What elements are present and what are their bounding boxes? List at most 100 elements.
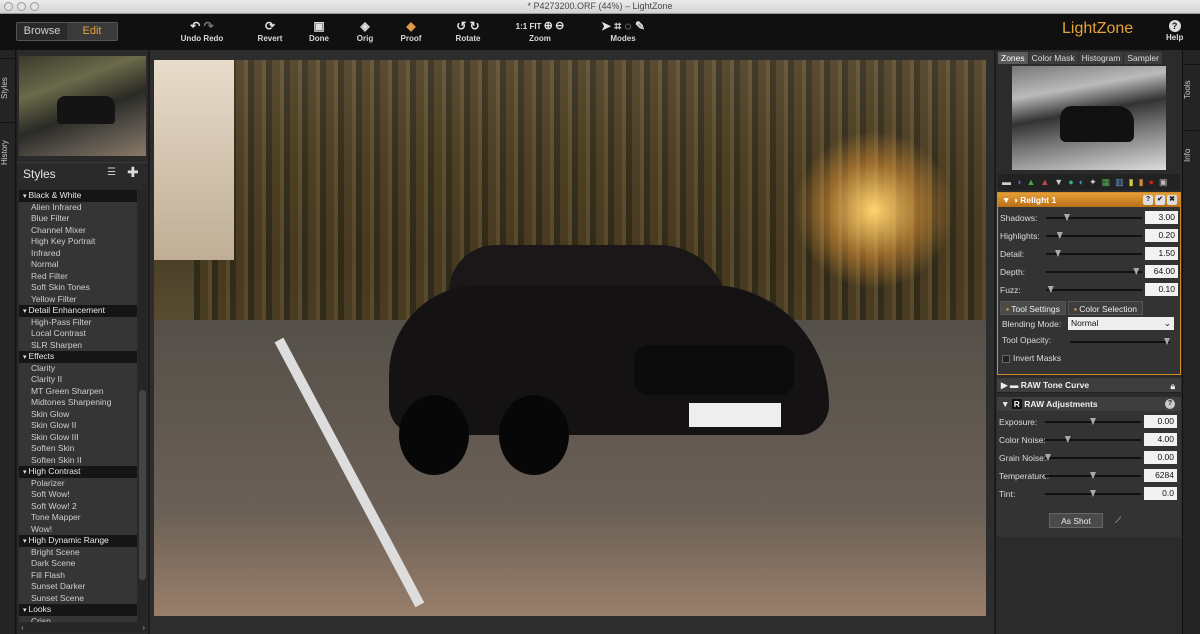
style-item[interactable]: Skin Glow II xyxy=(19,420,137,432)
style-item[interactable]: Midtones Sharpening xyxy=(19,397,137,409)
style-item[interactable]: Infrared xyxy=(19,248,137,260)
zoom-out-icon[interactable]: ⊖ xyxy=(555,20,564,32)
noise-icon[interactable]: ▥ xyxy=(1115,177,1124,188)
style-item[interactable]: Clarity II xyxy=(19,374,137,386)
style-item[interactable]: Fill Flash xyxy=(19,570,137,582)
raw-slider-track[interactable] xyxy=(1045,439,1141,441)
zone-tab[interactable]: Color Mask xyxy=(1028,52,1078,64)
relight-slider-value[interactable]: 1.50 xyxy=(1145,247,1178,260)
arrow-mode-icon[interactable]: ➤ xyxy=(601,19,611,33)
tool-opacity-slider[interactable] xyxy=(1070,338,1170,345)
tab-history[interactable]: History xyxy=(0,122,16,182)
hue-icon[interactable]: ▲ xyxy=(1040,177,1049,187)
browse-mode-button[interactable]: Browse xyxy=(17,23,67,40)
zoom-1to1-button[interactable]: 1:1 xyxy=(516,22,528,31)
style-item[interactable]: Sunset Scene xyxy=(19,593,137,605)
raw-adjustments-header[interactable]: ▼ R RAW Adjustments? xyxy=(997,397,1181,411)
as-shot-button[interactable]: As Shot xyxy=(1049,513,1103,528)
raw-slider-value[interactable]: 4.00 xyxy=(1144,433,1177,446)
style-item[interactable]: Tone Mapper xyxy=(19,512,137,524)
redeye-icon[interactable]: ● xyxy=(1149,177,1154,187)
style-item[interactable]: Skin Glow III xyxy=(19,432,137,444)
style-item[interactable]: Polarizer xyxy=(19,478,137,490)
revert-button[interactable]: ⟳ Revert xyxy=(254,18,286,43)
style-item[interactable]: Bright Scene xyxy=(19,547,137,559)
zone-tab[interactable]: Histogram xyxy=(1078,52,1124,64)
rotate-mode-icon[interactable]: ◌ xyxy=(624,19,631,33)
help-tool-icon[interactable]: ? xyxy=(1143,195,1153,205)
relight-icon[interactable]: ◑ xyxy=(1016,177,1021,187)
done-button[interactable]: ▣ Done xyxy=(304,18,334,43)
color-balance-icon[interactable]: ● xyxy=(1068,177,1073,187)
style-item[interactable]: Dark Scene xyxy=(19,558,137,570)
spot-icon[interactable]: ▮ xyxy=(1139,177,1144,188)
zoom-in-icon[interactable]: ⊕ xyxy=(544,20,553,32)
raw-slider-value[interactable]: 0.00 xyxy=(1144,451,1177,464)
styles-horizontal-scrollbar[interactable]: ‹ › xyxy=(19,623,147,632)
bw-icon[interactable]: ▣ xyxy=(1159,177,1168,188)
style-item[interactable]: Yellow Filter xyxy=(19,294,137,306)
raw-tone-curve-header[interactable]: ▶ ▬ RAW Tone Curve 🔒︎ xyxy=(997,378,1181,392)
style-item[interactable]: Soften Skin xyxy=(19,443,137,455)
gradient-icon[interactable]: ▦ xyxy=(1102,177,1111,188)
tab-info[interactable]: Info xyxy=(1183,130,1199,180)
style-item[interactable]: Sunset Darker xyxy=(19,581,137,593)
sharpen-icon[interactable]: ✦ xyxy=(1089,177,1097,188)
rotate-button[interactable]: ↺ ↻ Rotate xyxy=(450,18,486,43)
style-item[interactable]: Channel Mixer xyxy=(19,225,137,237)
style-item[interactable]: Soften Skin II xyxy=(19,455,137,467)
tab-tools[interactable]: Tools xyxy=(1183,64,1199,114)
style-category[interactable]: High Dynamic Range xyxy=(19,535,137,547)
region-mode-icon[interactable]: ✎ xyxy=(635,19,645,33)
help-raw-icon[interactable]: ? xyxy=(1165,399,1175,409)
style-item[interactable]: High Key Portrait xyxy=(19,236,137,248)
remove-tool-icon[interactable]: ✖ xyxy=(1167,195,1177,205)
zone-mapper-icon[interactable]: ▬ xyxy=(1002,177,1011,187)
clone-icon[interactable]: ▮ xyxy=(1129,177,1134,188)
style-category[interactable]: High Contrast xyxy=(19,466,137,478)
style-item[interactable]: Soft Wow! xyxy=(19,489,137,501)
style-item[interactable]: Soft Wow! 2 xyxy=(19,501,137,513)
tab-tool-settings[interactable]: ▪ Tool Settings xyxy=(1000,301,1066,315)
relight-slider-value[interactable]: 0.20 xyxy=(1145,229,1178,242)
raw-slider-value[interactable]: 0.00 xyxy=(1144,415,1177,428)
relight-header[interactable]: ▼ ◑ Relight 1 ? ✔ ✖ xyxy=(998,193,1180,207)
style-item[interactable]: Local Contrast xyxy=(19,328,137,340)
list-view-icon[interactable]: ☰ xyxy=(107,167,116,178)
invert-masks-option[interactable]: Invert Masks xyxy=(1002,353,1061,363)
filter-icon[interactable]: ▼ xyxy=(1054,177,1063,187)
add-style-icon[interactable]: ✚ xyxy=(127,164,139,181)
style-item[interactable]: Blue Filter xyxy=(19,213,137,225)
styles-vertical-scrollbar[interactable] xyxy=(138,190,147,622)
saturation-icon[interactable]: ◐ xyxy=(1079,177,1084,187)
edited-photo[interactable] xyxy=(154,60,986,616)
tab-color-selection[interactable]: ▪ Color Selection xyxy=(1067,301,1143,315)
scroll-left-icon[interactable]: ‹ xyxy=(21,623,24,632)
relight-slider-value[interactable]: 3.00 xyxy=(1145,211,1178,224)
style-category[interactable]: Black & White xyxy=(19,190,137,202)
style-item[interactable]: MT Green Sharpen xyxy=(19,386,137,398)
scroll-right-icon[interactable]: › xyxy=(142,623,145,632)
orig-button[interactable]: ◈ Orig xyxy=(350,18,380,43)
style-category[interactable]: Effects xyxy=(19,351,137,363)
relight-slider-value[interactable]: 0.10 xyxy=(1145,283,1178,296)
relight-slider-track[interactable] xyxy=(1046,271,1142,273)
style-item[interactable]: Soft Skin Tones xyxy=(19,282,137,294)
raw-slider-track[interactable] xyxy=(1045,457,1141,459)
tool-opacity-knob[interactable] xyxy=(1164,338,1170,345)
style-item[interactable]: Skin Glow xyxy=(19,409,137,421)
relight-slider-track[interactable] xyxy=(1046,253,1142,255)
zoom-fit-button[interactable]: FIT xyxy=(529,22,541,31)
style-item[interactable]: High-Pass Filter xyxy=(19,317,137,329)
eyedropper-icon[interactable]: ⟋ xyxy=(1115,515,1121,526)
tab-styles[interactable]: Styles xyxy=(0,58,16,118)
help-button[interactable]: ? Help xyxy=(1166,18,1183,42)
zone-tab[interactable]: Sampler xyxy=(1124,52,1162,64)
style-item[interactable]: Alien Infrared xyxy=(19,202,137,214)
raw-slider-value[interactable]: 6284 xyxy=(1144,469,1177,482)
tone-icon[interactable]: ▲ xyxy=(1026,177,1035,187)
crop-mode-icon[interactable]: ⌗ xyxy=(614,19,621,33)
edit-mode-button[interactable]: Edit xyxy=(67,23,117,40)
relight-slider-track[interactable] xyxy=(1046,289,1142,291)
zone-tab[interactable]: Zones xyxy=(998,52,1028,64)
